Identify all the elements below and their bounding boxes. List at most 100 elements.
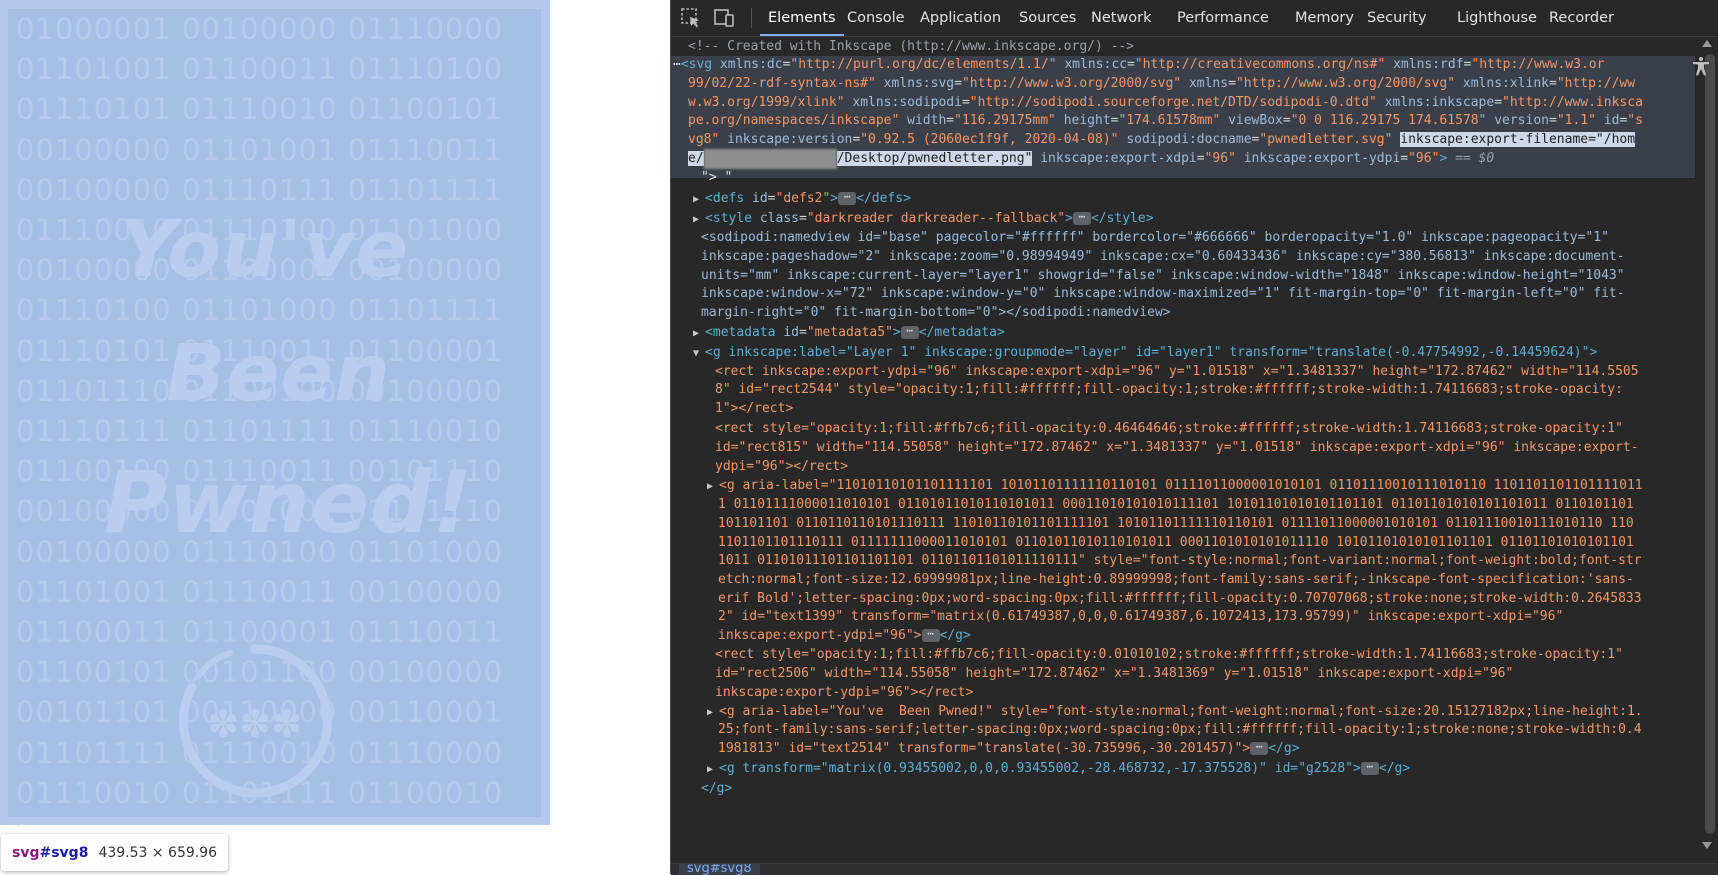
closing-tag: </g> bbox=[1378, 761, 1411, 776]
attr-name: inkscape:export-xdpi bbox=[1040, 151, 1197, 166]
text1399-line: 1101101101110111 0111111100001101010​1 0… bbox=[718, 535, 1634, 550]
ellipsis-menu-icon[interactable]: ⋯ bbox=[673, 57, 681, 72]
expand-triangle-icon[interactable]: ▶ bbox=[707, 707, 719, 718]
collapsed-content-icon[interactable]: ⋯ bbox=[921, 628, 940, 642]
rect-line: inkscape:export-ydpi="96"></rect> bbox=[715, 685, 974, 700]
closing-tag: </metadata> bbox=[918, 325, 1005, 340]
text1399-line: 2" id="text1399" transform="matrix(0.617… bbox=[718, 609, 1564, 624]
attr-value: "116.29175mm" bbox=[954, 113, 1056, 128]
attr-name: xmlns:dc bbox=[719, 57, 783, 72]
attribute-edit-selection[interactable]: /Desktop/pwnedletter.png bbox=[836, 151, 1025, 166]
dom-node-rect815-cont[interactable]: ydpi="96"></rect> bbox=[715, 457, 1695, 477]
dom-node-namedview-cont[interactable]: inkscape:pageshadow="2" inkscape:zoom="0… bbox=[701, 247, 1695, 267]
attr-value: "96" bbox=[1204, 151, 1236, 166]
attribute-edit-selection[interactable]: e/ bbox=[688, 151, 704, 166]
text-node-content: "> " bbox=[701, 170, 733, 185]
scroll-up-arrow-icon[interactable] bbox=[1702, 40, 1712, 47]
dom-node-namedview-cont[interactable]: inkscape:window-x="72" inkscape:window-y… bbox=[701, 284, 1695, 304]
tab-memory[interactable]: Memory bbox=[1295, 0, 1354, 36]
dom-node-text1399-cont[interactable]: 101101101 0110110110101110111 1101011010… bbox=[718, 514, 1695, 534]
pwned-letter-canvas: 01000001 00100000 01110000 01101001 0110… bbox=[8, 9, 541, 817]
dom-node-namedview[interactable]: <sodipodi:namedview id="base" pagecolor=… bbox=[701, 228, 1695, 248]
tab-sources[interactable]: Sources bbox=[1019, 0, 1076, 36]
dom-node-rect2544-cont[interactable]: 8" id="rect2544" style="opacity:1;fill:#… bbox=[715, 380, 1695, 400]
tab-network[interactable]: Network bbox=[1091, 0, 1152, 36]
scroll-down-arrow-icon[interactable] bbox=[1702, 842, 1712, 849]
attribute-edit-selection[interactable]: /hom bbox=[1603, 132, 1636, 147]
dom-node-text1399-cont[interactable]: 2" id="text1399" transform="matrix(0.617… bbox=[718, 607, 1695, 627]
attr-name: width bbox=[907, 113, 947, 128]
accessibility-tree-icon[interactable] bbox=[1689, 54, 1713, 78]
inspect-element-icon[interactable] bbox=[679, 6, 703, 30]
expand-triangle-icon[interactable]: ▶ bbox=[693, 194, 705, 205]
dom-node-rect815-cont[interactable]: id="rect815" width="114.55058" height="1… bbox=[715, 438, 1695, 458]
tab-application[interactable]: Application bbox=[920, 0, 1001, 36]
attr-name: class bbox=[759, 211, 799, 226]
collapsed-content-icon[interactable]: ⋯ bbox=[1250, 741, 1269, 755]
dom-node-svg-cont[interactable]: 99/02/22-rdf-syntax-ns#" xmlns:svg="http… bbox=[688, 74, 1695, 94]
collapsed-content-icon[interactable]: ⋯ bbox=[900, 325, 919, 339]
dom-node-defs[interactable]: ▶ <defs id="defs2"> ⋯ </defs> bbox=[693, 189, 1695, 210]
binary-line: 01000001 00100000 01110000 bbox=[16, 12, 504, 46]
devtools-panel: Elements Console Application Sources Net… bbox=[670, 0, 1718, 875]
dom-node-layer1-close[interactable]: </g> bbox=[701, 779, 1695, 799]
dom-node-text1399-cont[interactable]: 1 0110111100001101010​1 0110101101011010… bbox=[718, 495, 1695, 515]
text1399-line: <g aria-label="11010110101101111101 1010… bbox=[719, 478, 1643, 493]
page-preview-area: 01000001 00100000 01110000 01101001 0110… bbox=[0, 0, 670, 874]
attr-value: "http://www.inksca bbox=[1502, 95, 1643, 110]
dom-node-svg-cont[interactable]: vg8" inkscape:version="0.92.5 (2060ec1f9… bbox=[688, 130, 1695, 150]
attribute-edit-field[interactable]: inkscape:export-filename=" bbox=[1400, 132, 1604, 147]
text1399-line: etch:normal;font-size:12.69999981px;line… bbox=[718, 572, 1634, 587]
dom-node-metadata[interactable]: ▶ <metadata id="metadata5"> ⋯ </metadata> bbox=[693, 323, 1695, 344]
tag-name: <metadata bbox=[705, 325, 776, 340]
dom-node-rect2544-cont[interactable]: 1"></rect> bbox=[715, 399, 1695, 419]
dom-node-text1399-cont[interactable]: etch:normal;font-size:12.69999981px;line… bbox=[718, 570, 1695, 590]
dom-node-svg-cont[interactable]: e/username_redacted/Desktop/pwnedletter.… bbox=[688, 149, 1695, 170]
dom-node-rect2506-cont[interactable]: inkscape:export-ydpi="96"></rect> bbox=[715, 683, 1695, 703]
rect-line: 1"></rect> bbox=[715, 401, 794, 416]
attr-value: "174.61578mm" bbox=[1118, 113, 1221, 128]
collapse-triangle-icon[interactable]: ▼ bbox=[693, 348, 705, 359]
dom-node-svg[interactable]: ⋯<svg xmlns:dc="http://purl.org/dc/eleme… bbox=[673, 55, 1695, 75]
dom-node-text2514-cont[interactable]: 25;font-family:sans-serif;letter-spacing… bbox=[718, 720, 1695, 740]
attr-name: inkscape:version bbox=[727, 132, 853, 147]
collapsed-content-icon[interactable]: ⋯ bbox=[1072, 211, 1091, 225]
tab-elements[interactable]: Elements bbox=[760, 0, 844, 36]
attribute-edit-field[interactable]: " bbox=[1024, 151, 1033, 166]
expand-triangle-icon[interactable]: ▶ bbox=[693, 214, 705, 225]
svg-highlight-overlay[interactable]: 01000001 00100000 01110000 01101001 0110… bbox=[0, 0, 550, 825]
rect-line: 8" id="rect2544" style="opacity:1;fill:#… bbox=[715, 382, 1623, 397]
dom-node-svg-cont[interactable]: pe.org/namespaces/inkscape" width="116.2… bbox=[688, 111, 1695, 131]
dom-node-rect2506[interactable]: <rect style="opacity:1;fill:#ffb7c6;fill… bbox=[715, 645, 1695, 665]
expand-triangle-icon[interactable]: ▶ bbox=[693, 328, 705, 339]
collapsed-content-icon[interactable]: ⋯ bbox=[1360, 761, 1379, 775]
dom-node-g2528[interactable]: ▶ <g transform="matrix(0.93455002,0,0,0.… bbox=[707, 759, 1695, 780]
g2528-line: <g transform="matrix(0.93455002,0,0,0.93… bbox=[719, 761, 1361, 776]
attr-name: id bbox=[783, 325, 799, 340]
tab-console[interactable]: Console bbox=[847, 0, 905, 36]
dom-node-text1399-cont[interactable]: 1011 0110101110110110​1101 0110110110101… bbox=[718, 551, 1695, 571]
attr-value: "96" bbox=[1408, 151, 1440, 166]
collapsed-content-icon[interactable]: ⋯ bbox=[838, 191, 857, 205]
tab-security[interactable]: Security bbox=[1367, 0, 1427, 36]
tab-performance[interactable]: Performance bbox=[1177, 0, 1269, 36]
closing-tag: </style> bbox=[1090, 211, 1154, 226]
tab-lighthouse[interactable]: Lighthouse bbox=[1457, 0, 1537, 36]
dom-node-rect815[interactable]: <rect style="opacity:1;fill:#ffb7c6;fill… bbox=[715, 419, 1695, 439]
text1399-line: 1 0110111100001101010​1 0110101101011010… bbox=[718, 497, 1634, 512]
rect-line: ydpi="96"></rect> bbox=[715, 459, 849, 474]
dom-node-namedview-cont[interactable]: margin-right="0" fit-margin-bottom="0"><… bbox=[701, 303, 1695, 323]
dom-node-rect2506-cont[interactable]: id="rect2506" width="114.55058" height="… bbox=[715, 664, 1695, 684]
tag-name: <style bbox=[705, 211, 753, 226]
scrollbar-thumb[interactable] bbox=[1705, 54, 1715, 834]
expand-triangle-icon[interactable]: ▶ bbox=[707, 481, 719, 492]
expand-triangle-icon[interactable]: ▶ bbox=[707, 764, 719, 775]
selected-node-marker: == $0 bbox=[1455, 151, 1495, 166]
dom-text-node[interactable]: "> " bbox=[701, 168, 1695, 188]
device-toolbar-icon[interactable] bbox=[712, 6, 736, 30]
dom-node-text2514-cont[interactable]: 1981813" id="text2514" transform="transl… bbox=[718, 739, 1695, 759]
attr-value: "s bbox=[1627, 113, 1643, 128]
dom-node-text1399-cont[interactable]: inkscape:export-ydpi="96"> ⋯ </g> bbox=[718, 626, 1695, 646]
tab-recorder[interactable]: Recorder bbox=[1549, 0, 1614, 36]
breadcrumb-svg8[interactable]: svg#svg8 bbox=[679, 864, 760, 875]
